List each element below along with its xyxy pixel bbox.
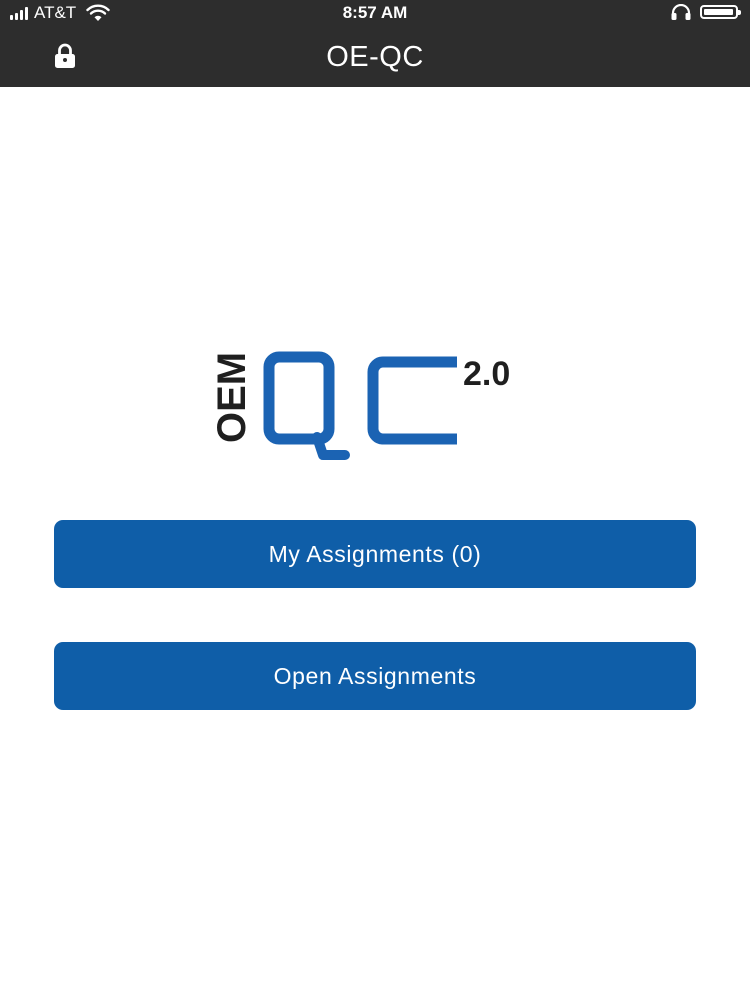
logo-prefix: OEM xyxy=(210,352,254,443)
logo-prefix-text: OEM xyxy=(210,352,254,443)
oem-qc-logo: OEM 2.0 xyxy=(210,351,510,460)
open-assignments-button[interactable]: Open Assignments xyxy=(54,642,696,710)
logo-qc-mark xyxy=(263,351,457,460)
headphone-icon xyxy=(671,4,691,20)
open-assignments-label: Open Assignments xyxy=(273,662,477,689)
battery-icon xyxy=(700,5,741,19)
logo-version: 2.0 xyxy=(463,355,510,393)
status-right xyxy=(670,4,741,20)
nav-bar: OE-QC xyxy=(0,26,750,87)
my-assignments-label: My Assignments (0) xyxy=(268,540,482,567)
battery-fill xyxy=(704,9,733,15)
page-title: OE-QC xyxy=(326,41,424,73)
status-bar: AT&T 8:57 AM xyxy=(0,0,750,26)
app-screen: AT&T 8:57 AM OE-QC OEM 2.0 My Assignment… xyxy=(0,0,750,1000)
status-time: 8:57 AM xyxy=(342,3,408,22)
my-assignments-button[interactable]: My Assignments (0) xyxy=(54,520,696,588)
